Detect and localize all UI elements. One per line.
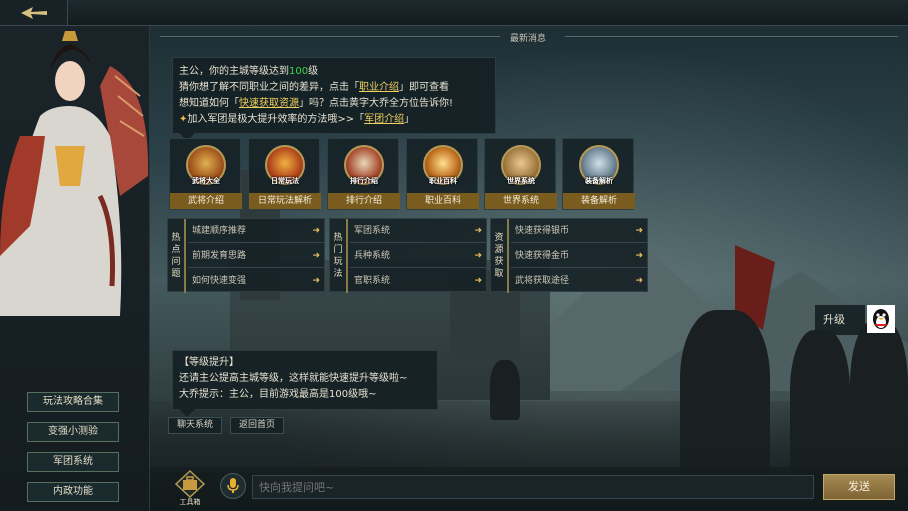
tile-pic-label: 日常玩法 <box>271 177 299 185</box>
toolbox-label: 工具箱 <box>179 498 201 506</box>
arrow-right-icon: ➜ <box>474 226 482 236</box>
advisor-message-bubble: 主公，你的主城等级达到100级 猜你想了解不同职业之间的差异，点击「职业介绍」即… <box>172 57 496 141</box>
guide-item-label: 前期发育思路 <box>192 251 247 261</box>
left-panel: 玩法攻略合集 变强小测验 军团系统 内政功能 <box>0 0 150 511</box>
guide-item-label: 兵种系统 <box>354 251 391 261</box>
guide-item-label: 武将获取途径 <box>515 276 570 286</box>
advisor-portrait <box>0 31 149 316</box>
tile-pic-label: 装备解析 <box>585 177 613 185</box>
tile-rankings[interactable]: 排行介绍 排行介绍 <box>327 138 400 210</box>
message-line: 还请主公提高主城等级，这样就能快速提升等级啦~ <box>179 373 408 384</box>
arrow-right-icon: ➜ <box>474 276 482 286</box>
upgrade-quick-reply[interactable]: 升级 <box>815 305 865 335</box>
guide-item[interactable]: 兵种系统 ➜ <box>350 244 486 268</box>
arrow-right-icon: ➜ <box>635 226 643 236</box>
toolbox-icon <box>174 469 206 499</box>
legion-intro-link[interactable]: 军团介绍 <box>364 114 404 125</box>
arrow-right-icon: ➜ <box>312 251 320 261</box>
tile-pic-label: 排行介绍 <box>350 177 378 185</box>
strength-quiz-button[interactable]: 变强小测验 <box>27 422 119 442</box>
message-line: ✦加入军团是极大提升效率的方法哦>>「军团介绍」 <box>179 112 495 128</box>
guide-title: 热点问题 <box>168 219 186 293</box>
message-text: 级 <box>308 66 319 77</box>
message-line: 大乔提示：主公，目前游戏最高是100级哦~ <box>179 389 377 400</box>
arrow-right-icon: ➜ <box>312 276 320 286</box>
microphone-button[interactable] <box>220 473 246 499</box>
top-bar <box>0 0 908 26</box>
tile-equipment[interactable]: 装备解析 装备解析 <box>562 138 635 210</box>
player-avatar <box>867 305 895 333</box>
guide-item[interactable]: 快速获得金币 ➜ <box>511 244 647 268</box>
legion-system-button[interactable]: 军团系统 <box>27 452 119 472</box>
message-line: 主公，你的主城等级达到100级 <box>179 64 495 80</box>
tile-daily-play[interactable]: 日常玩法 日常玩法解析 <box>248 138 321 210</box>
penguin-icon <box>873 309 889 329</box>
guide-item-label: 快速获得金币 <box>515 251 570 261</box>
guide-hot-questions: 热点问题 城建顺序推荐 ➜ 前期发育思路 ➜ 如何快速变强 ➜ <box>167 218 325 293</box>
guide-title: 资源获取 <box>491 219 509 293</box>
guide-item[interactable]: 武将获取途径 ➜ <box>511 269 647 293</box>
bubble-tail <box>179 409 195 417</box>
guide-item[interactable]: 如何快速变强 ➜ <box>188 269 324 293</box>
class-intro-link[interactable]: 职业介绍 <box>359 82 399 93</box>
tile-generals[interactable]: 武将大全 武将介绍 <box>169 138 242 210</box>
message-text: 加入军团是极大提升效率的方法哦>>「 <box>187 114 365 125</box>
toolbox-button[interactable]: 工具箱 <box>172 469 208 507</box>
tile-label: 日常玩法解析 <box>249 193 321 209</box>
tile-class-wiki[interactable]: 职业百科 职业百科 <box>406 138 479 210</box>
tile-label: 排行介绍 <box>328 193 400 209</box>
arrow-right-icon: ➜ <box>312 226 320 236</box>
guide-title: 热门玩法 <box>330 219 348 293</box>
back-button[interactable] <box>0 0 68 26</box>
guide-item[interactable]: 前期发育思路 ➜ <box>188 244 324 268</box>
guide-item-label: 官职系统 <box>354 276 391 286</box>
internal-affairs-button[interactable]: 内政功能 <box>27 482 119 502</box>
guide-hot-gameplay: 热门玩法 军团系统 ➜ 兵种系统 ➜ 官职系统 ➜ <box>329 218 487 293</box>
city-level: 100 <box>289 66 309 77</box>
tile-pic-label: 武将大全 <box>192 177 220 185</box>
question-input[interactable] <box>252 475 814 499</box>
tile-label: 装备解析 <box>563 193 635 209</box>
guide-item-label: 城建顺序推荐 <box>192 226 247 236</box>
divider-left <box>160 36 500 37</box>
strategy-collection-button[interactable]: 玩法攻略合集 <box>27 392 119 412</box>
arrow-right-icon: ➜ <box>635 251 643 261</box>
tile-label: 职业百科 <box>407 193 479 209</box>
guide-item-label: 如何快速变强 <box>192 276 247 286</box>
tile-pic-label: 世界系统 <box>507 177 535 185</box>
message-text: 」 <box>404 114 415 125</box>
guide-item[interactable]: 城建顺序推荐 ➜ <box>188 219 324 243</box>
level-up-message-bubble: 【等级提升】 还请主公提高主城等级，这样就能快速提升等级啦~ 大乔提示：主公，目… <box>172 350 438 417</box>
back-arrow-icon <box>20 6 47 19</box>
message-text: 主公，你的主城等级达到 <box>179 66 289 77</box>
message-text: 」吗？点击黄字大乔全方位告诉你! <box>299 98 454 109</box>
guide-resources: 资源获取 快速获得银币 ➜ 快速获得金币 ➜ 武将获取途径 ➜ <box>490 218 648 293</box>
chat-system-chip[interactable]: 聊天系统 <box>168 417 222 434</box>
guide-item[interactable]: 军团系统 ➜ <box>350 219 486 243</box>
guide-item-label: 军团系统 <box>354 226 391 236</box>
message-line: 【等级提升】 <box>179 357 239 368</box>
message-text: 猜你想了解不同职业之间的差异，点击「 <box>179 82 359 93</box>
return-home-chip[interactable]: 返回首页 <box>230 417 284 434</box>
message-line: 想知道如何「快速获取资源」吗？点击黄字大乔全方位告诉你! <box>179 96 495 112</box>
quick-resources-link[interactable]: 快速获取资源 <box>239 98 299 109</box>
guide-item[interactable]: 快速获得银币 ➜ <box>511 219 647 243</box>
news-title: 最新消息 <box>510 34 547 44</box>
arrow-right-icon: ➜ <box>474 251 482 261</box>
guide-item[interactable]: 官职系统 ➜ <box>350 269 486 293</box>
tile-world-system[interactable]: 世界系统 世界系统 <box>484 138 557 210</box>
message-line: 猜你想了解不同职业之间的差异，点击「职业介绍」即可查看 <box>179 80 495 96</box>
divider-right <box>565 36 898 37</box>
arrow-right-icon: ➜ <box>635 276 643 286</box>
send-button[interactable]: 发送 <box>823 474 895 500</box>
microphone-icon <box>227 478 239 493</box>
tile-label: 武将介绍 <box>170 193 242 209</box>
guide-item-label: 快速获得银币 <box>515 226 570 236</box>
tile-pic-label: 职业百科 <box>429 177 457 185</box>
tile-label: 世界系统 <box>485 193 557 209</box>
message-text: 想知道如何「 <box>179 98 239 109</box>
message-text: 」即可查看 <box>399 82 449 93</box>
